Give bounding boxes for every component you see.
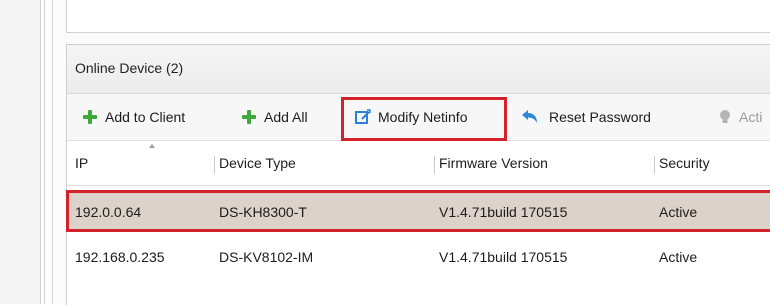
add-all-label: Add All (264, 109, 308, 125)
selected-row-highlight (66, 190, 770, 232)
sort-ascending-icon (149, 144, 155, 148)
online-device-panel: Online Device (2) Add to Client Add All … (66, 44, 770, 305)
modify-netinfo-highlight (341, 97, 507, 141)
panel-header: Online Device (2) (67, 45, 770, 94)
divider-line (44, 0, 45, 304)
column-header-firmware-version[interactable]: Firmware Version (439, 141, 548, 185)
reset-icon (522, 110, 537, 123)
cell-ip: 192.168.0.235 (75, 249, 165, 265)
plus-icon (242, 110, 256, 124)
cell-firmware-version: V1.4.71build 170515 (439, 249, 568, 265)
table-row[interactable]: 192.168.0.235 DS-KV8102-IM V1.4.71build … (67, 237, 770, 277)
add-to-client-label: Add to Client (105, 109, 186, 125)
column-header-device-type[interactable]: Device Type (219, 141, 296, 185)
reset-password-button[interactable]: Reset Password (521, 94, 651, 140)
upper-panel (66, 0, 770, 33)
left-strip (0, 0, 40, 304)
column-separator (434, 156, 435, 174)
reset-password-label: Reset Password (549, 109, 651, 125)
plus-icon (83, 110, 97, 124)
column-header-security[interactable]: Security (659, 141, 710, 185)
column-separator (214, 156, 215, 174)
add-all-button[interactable]: Add All (242, 94, 308, 140)
panel-title: Online Device (2) (75, 60, 184, 76)
bulb-icon (720, 110, 730, 123)
add-to-client-button[interactable]: Add to Client (83, 94, 185, 140)
cell-device-type: DS-KV8102-IM (219, 249, 314, 265)
activate-label: Acti (739, 109, 763, 125)
column-separator (654, 156, 655, 174)
cell-security: Active (659, 249, 698, 265)
activate-button[interactable]: Acti (719, 94, 762, 140)
table-header: IP Device Type Firmware Version Security (67, 141, 770, 186)
column-header-ip[interactable]: IP (75, 141, 88, 185)
divider-line (40, 0, 41, 304)
